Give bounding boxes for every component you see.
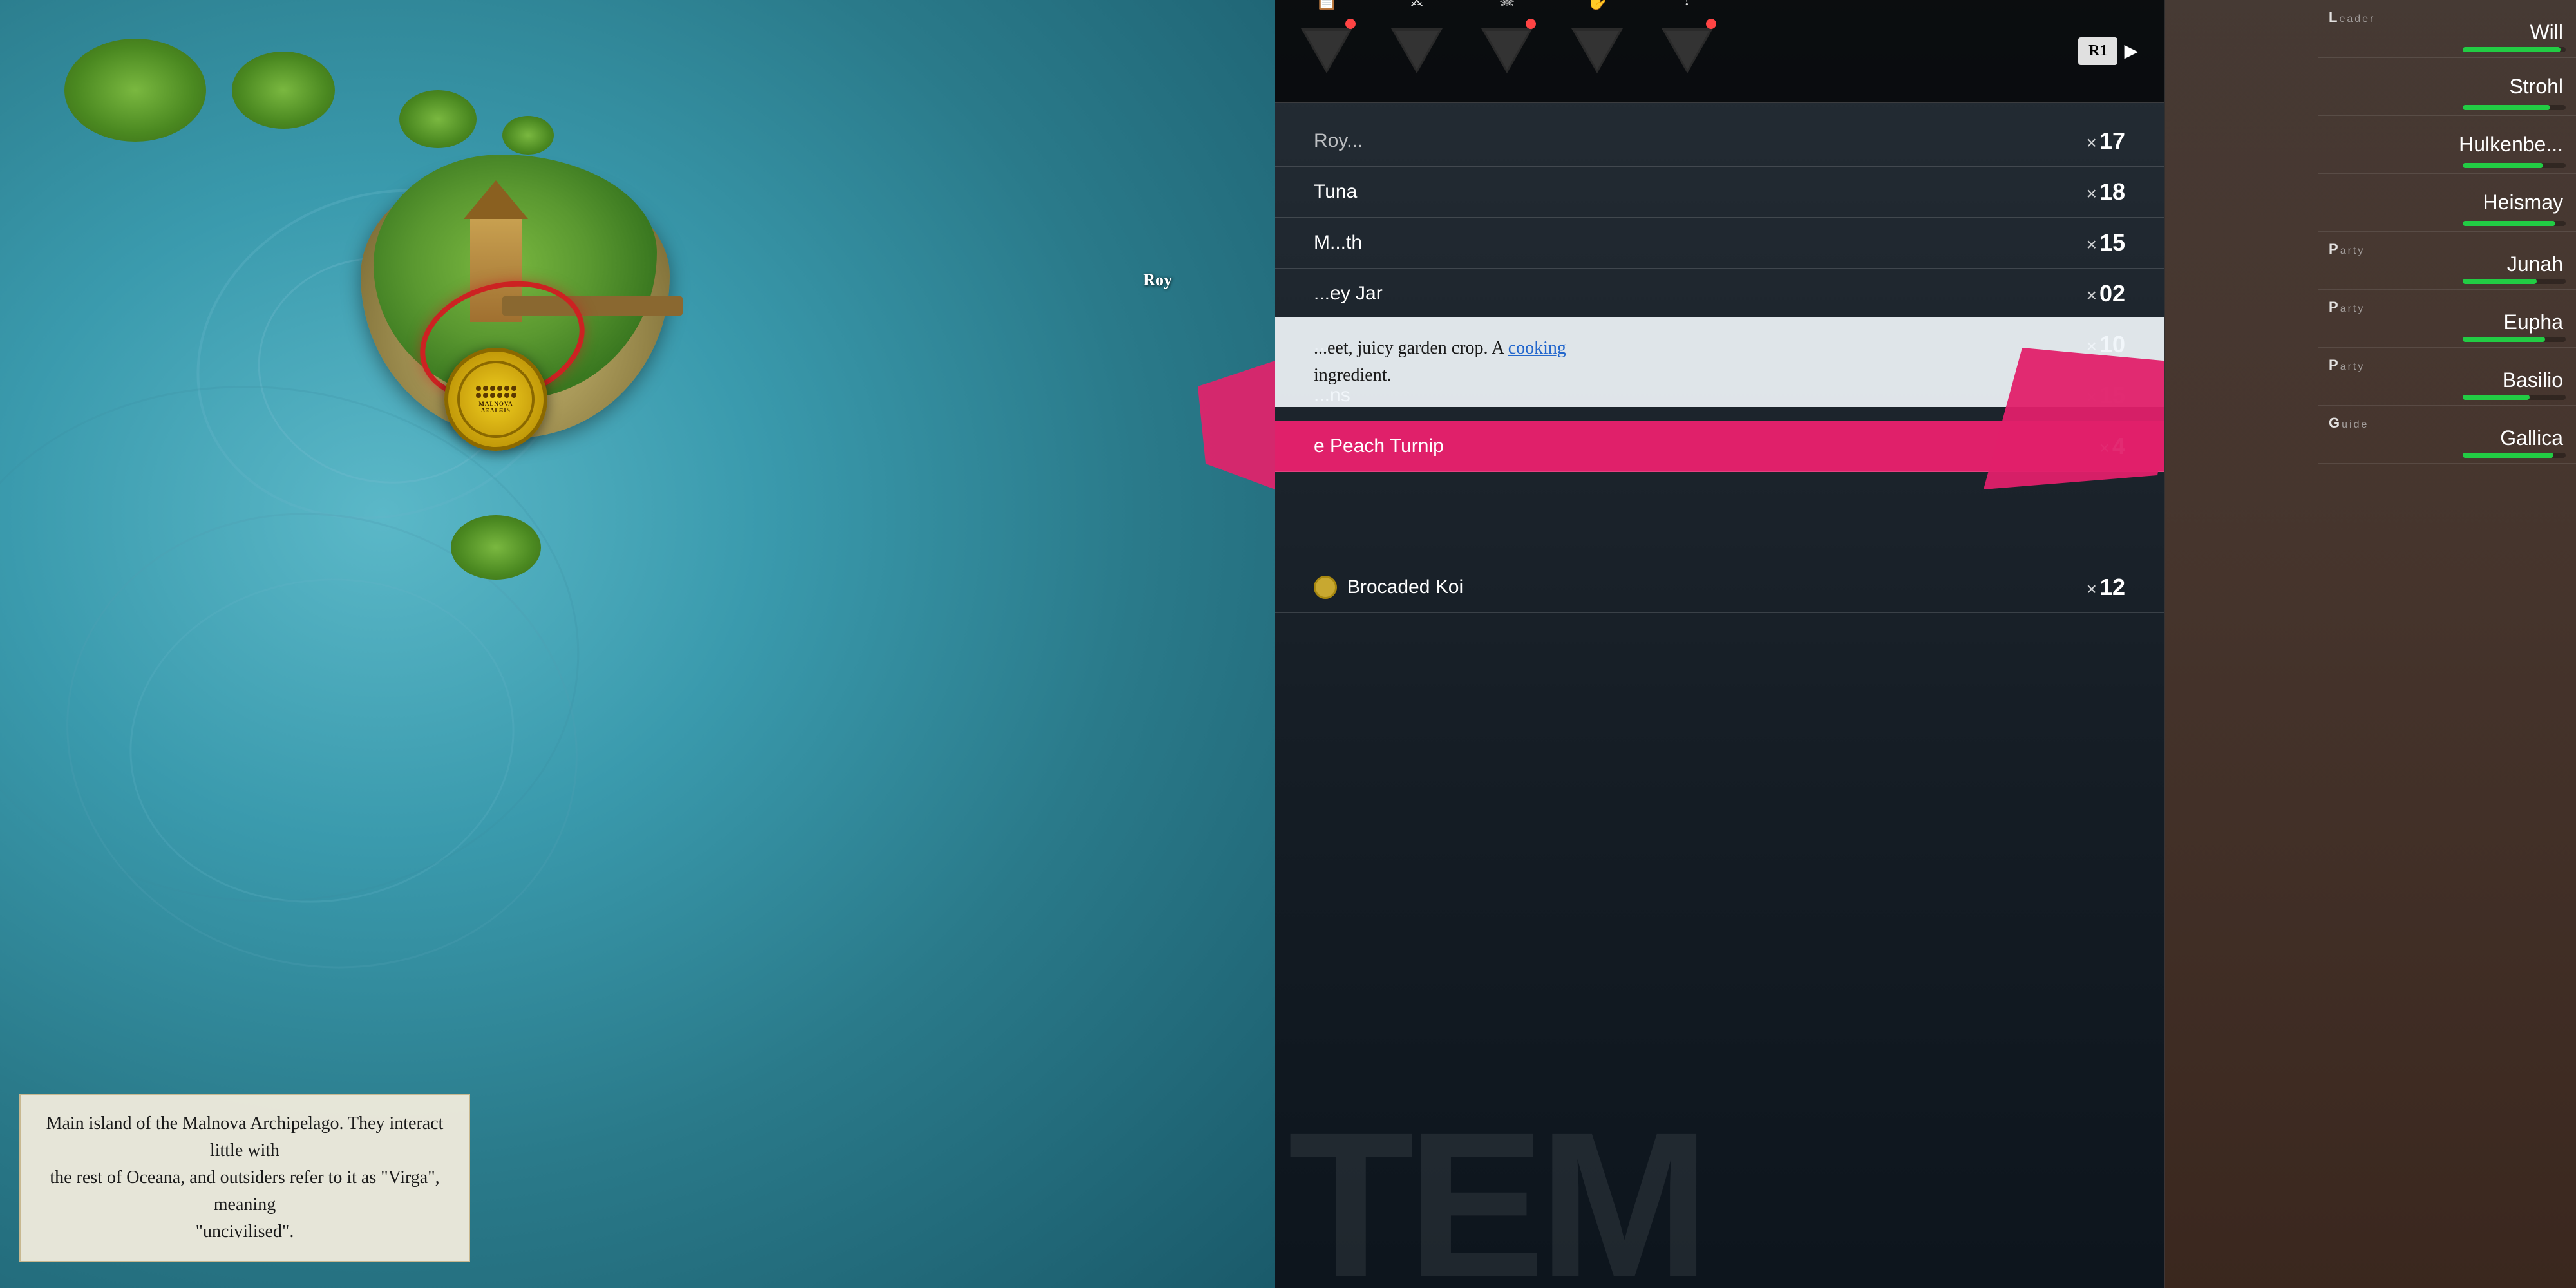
strohl-hp-fill (2463, 105, 2550, 110)
nav-icon-sword[interactable]: ⚔ (1391, 25, 1443, 77)
island-emblem: MALNOVA ΔΞΛΓΞIS (444, 348, 547, 451)
item-row-royal[interactable]: Roy... ×17 (1275, 116, 2164, 167)
question-icon: ? (1683, 0, 1691, 10)
will-name: Will (2530, 21, 2563, 44)
nav-icon-hand[interactable]: ✋ (1571, 25, 1623, 77)
item-count-tuna: ×18 (2061, 178, 2125, 205)
will-role-label: Leader (2329, 9, 2375, 26)
item-row-moth[interactable]: M...th ×15 (1275, 218, 2164, 269)
gallica-name: Gallica (2500, 426, 2563, 450)
item-description-text: ...eet, juicy garden crop. A cooking ing… (1314, 335, 2125, 389)
character-item-will[interactable]: Leader Will (2318, 0, 2576, 58)
emblem-inner: MALNOVA ΔΞΛΓΞIS (457, 361, 535, 438)
heismay-hp-bar (2463, 221, 2566, 226)
item-name-tuna: Tuna (1314, 181, 2061, 203)
character-list: Leader Will Strohl Hulkenbe... (2318, 0, 2576, 464)
r1-button[interactable]: R1 (2078, 37, 2117, 65)
character-panel: Leader Will Strohl Hulkenbe... (2164, 0, 2576, 1288)
item-count-honey-jar: ×02 (2061, 280, 2125, 307)
inventory-nav: 📋 ⚔ ☠ ✋ ? R1 (1275, 0, 2164, 103)
location-label-roy: Roy (1143, 270, 1172, 290)
will-hp-bar (2463, 47, 2566, 52)
nav-icon-journal[interactable]: 📋 (1301, 25, 1352, 77)
island-info-box: Main island of the Malnova Archipelago. … (19, 1094, 470, 1262)
notification-dot-question (1706, 19, 1716, 29)
emblem-text: MALNOVA (478, 401, 513, 407)
character-item-basilio[interactable]: Party Basilio (2318, 348, 2576, 406)
character-item-gallica[interactable]: Guide Gallica (2318, 406, 2576, 464)
nav-triangle-sword (1391, 28, 1443, 73)
hand-icon: ✋ (1586, 0, 1609, 12)
nav-icon-question[interactable]: ? (1662, 25, 1713, 77)
strohl-name: Strohl (2509, 75, 2563, 99)
small-island-3 (399, 90, 477, 148)
nav-triangle-hand (1571, 28, 1623, 73)
junah-hp-fill (2463, 279, 2537, 284)
item-name-moth: M...th (1314, 232, 2061, 254)
gallica-role-label: Guide (2329, 415, 2369, 431)
item-row-honey-jar[interactable]: ...ey Jar ×02 (1275, 269, 2164, 319)
item-name-peach-turnip: e Peach Turnip (1314, 435, 2061, 457)
map-panel: MALNOVA ΔΞΛΓΞIS Roy Main island of the M… (0, 0, 1275, 1288)
heismay-name: Heismay (2483, 191, 2563, 214)
item-row-tuna[interactable]: Tuna ×18 (1275, 167, 2164, 218)
skull-icon: ☠ (1499, 0, 1515, 12)
inventory-content: 📋 ⚔ ☠ ✋ ? R1 (1275, 0, 2164, 1288)
item-name-honey-jar: ...ey Jar (1314, 283, 2061, 305)
journal-icon: 📋 (1316, 0, 1338, 12)
nav-icon-skull[interactable]: ☠ (1481, 25, 1533, 77)
small-island-1 (64, 39, 206, 142)
character-item-strohl[interactable]: Strohl (2318, 58, 2576, 116)
r1-indicator: R1 ▶ (2078, 37, 2138, 65)
heismay-hp-fill (2463, 221, 2555, 226)
gallica-hp-fill (2463, 453, 2553, 458)
notification-dot-journal (1345, 19, 1356, 29)
item-name-brocaded-koi: Brocaded Koi (1347, 576, 2061, 598)
character-item-junah[interactable]: Party Junah (2318, 232, 2576, 290)
main-island[interactable]: MALNOVA ΔΞΛΓΞIS (348, 142, 683, 464)
strohl-hp-bar (2463, 105, 2566, 110)
eupha-hp-bar (2463, 337, 2566, 342)
junah-name: Junah (2507, 252, 2563, 276)
building-roof (464, 180, 528, 219)
hulkenbe-hp-fill (2463, 163, 2543, 168)
junah-role-label: Party (2329, 241, 2365, 258)
item-name-royal: Roy... (1314, 130, 2061, 152)
character-item-heismay[interactable]: Heismay (2318, 174, 2576, 232)
will-hp-fill (2463, 47, 2561, 52)
item-count-brocaded-koi: ×12 (2061, 574, 2125, 601)
character-item-eupha[interactable]: Party Eupha (2318, 290, 2576, 348)
nav-triangle-journal (1301, 28, 1352, 73)
character-item-hulkenbe[interactable]: Hulkenbe... (2318, 116, 2576, 174)
small-island-5 (451, 515, 541, 580)
item-count-moth: ×15 (2061, 229, 2125, 256)
gallica-hp-bar (2463, 453, 2566, 458)
item-count-royal: ×17 (2061, 128, 2125, 155)
hulkenbe-hp-bar (2463, 163, 2566, 168)
sword-icon: ⚔ (1408, 0, 1425, 12)
item-row-brocaded-koi[interactable]: Brocaded Koi ×12 (1275, 562, 2164, 613)
eupha-name: Eupha (2503, 310, 2563, 334)
koi-icon (1314, 576, 1337, 599)
basilio-name: Basilio (2503, 368, 2563, 392)
island-description: Main island of the Malnova Archipelago. … (39, 1110, 451, 1245)
notification-dot-skull (1526, 19, 1536, 29)
inventory-panel: 📋 ⚔ ☠ ✋ ? R1 (1275, 0, 2576, 1288)
eupha-hp-fill (2463, 337, 2545, 342)
nav-triangle-skull (1481, 28, 1533, 73)
basilio-role-label: Party (2329, 357, 2365, 374)
emblem-decoration (476, 386, 516, 398)
cooking-link: cooking (1508, 338, 1566, 358)
basilio-hp-fill (2463, 395, 2530, 400)
junah-hp-bar (2463, 279, 2566, 284)
hulkenbe-name: Hulkenbe... (2459, 133, 2563, 156)
eupha-role-label: Party (2329, 299, 2365, 316)
small-island-2 (232, 52, 335, 129)
r1-arrow-icon: ▶ (2124, 40, 2138, 62)
emblem-subtext: ΔΞΛΓΞIS (481, 407, 511, 413)
nav-triangle-question (1662, 28, 1713, 73)
basilio-hp-bar (2463, 395, 2566, 400)
